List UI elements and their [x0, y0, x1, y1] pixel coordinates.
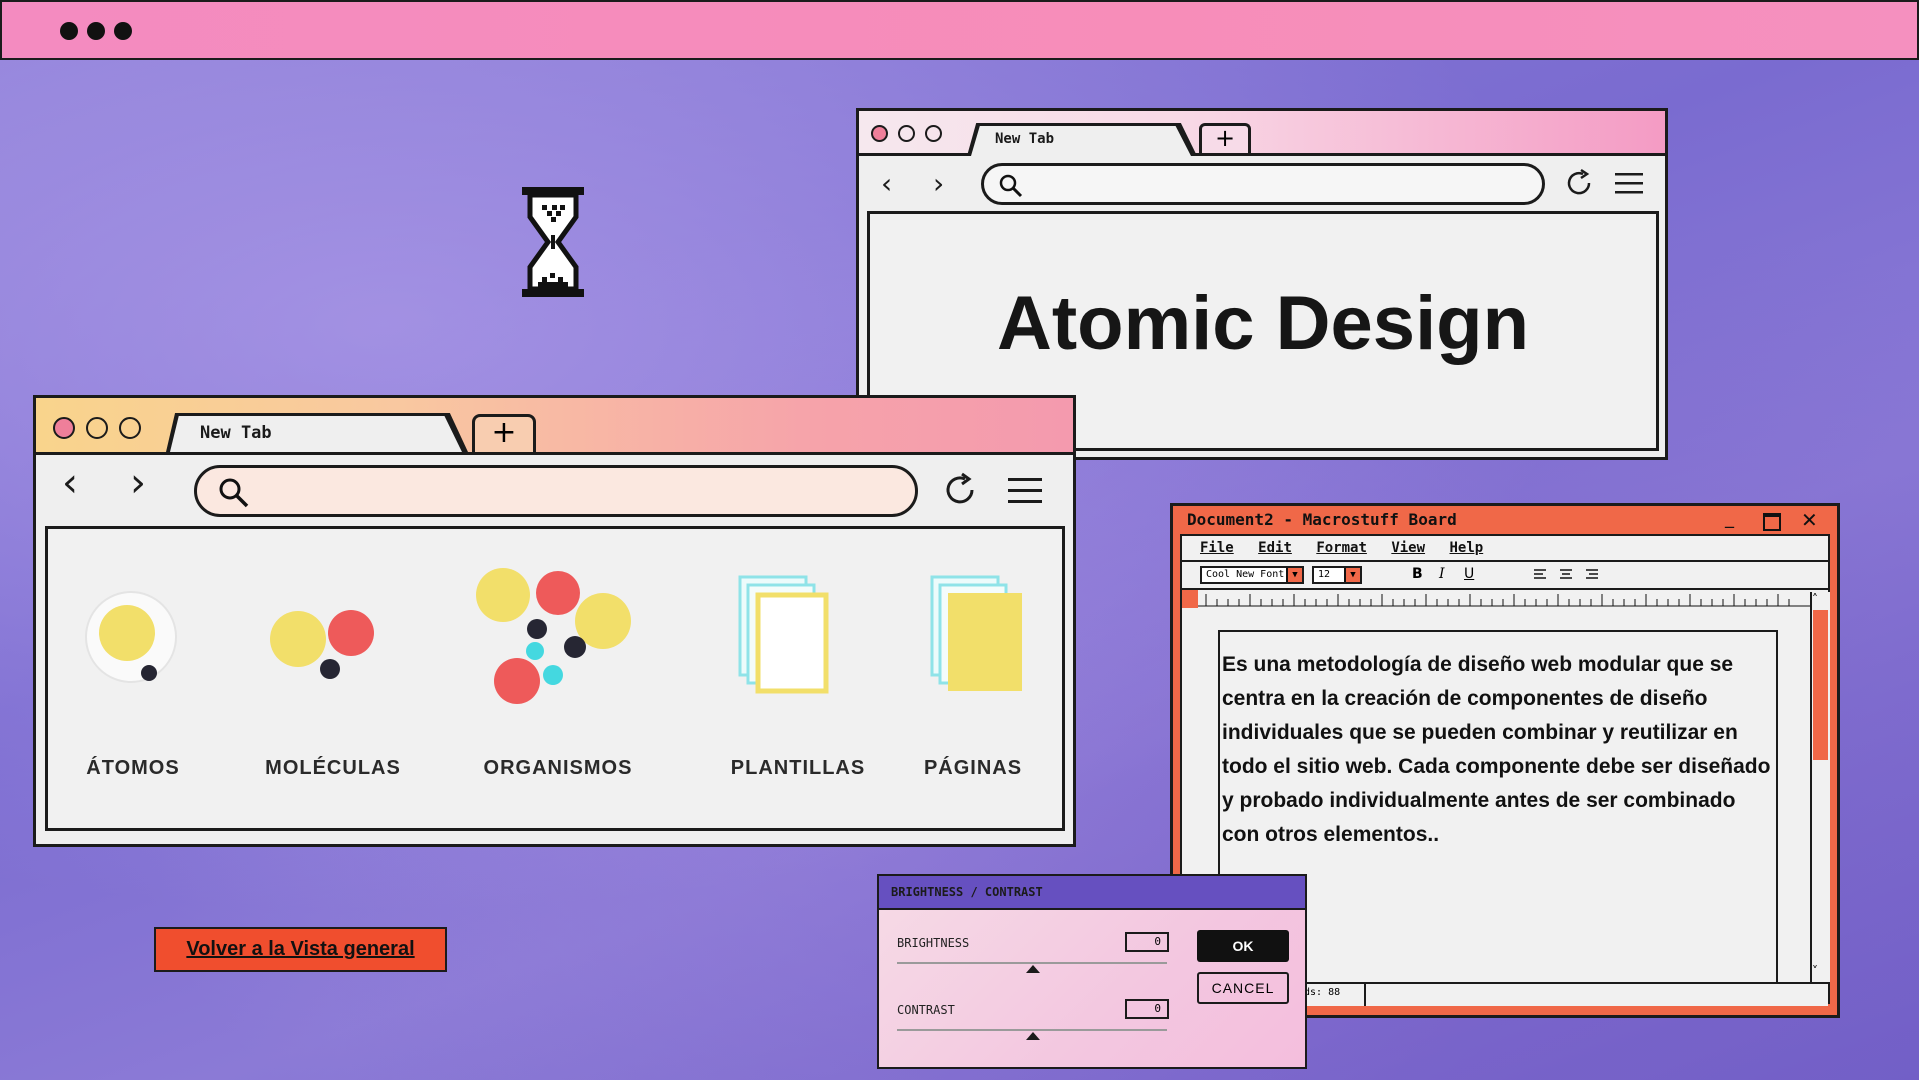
search-icon — [999, 174, 1023, 198]
close-icon[interactable] — [871, 125, 888, 142]
brightness-label: BRIGHTNESS — [897, 936, 970, 950]
brightness-slider-track[interactable] — [897, 962, 1167, 964]
chevron-down-icon: ▼ — [1286, 568, 1302, 582]
menu-edit[interactable]: Edit — [1258, 540, 1292, 556]
bold-button[interactable]: B — [1412, 566, 1423, 582]
forward-arrow-icon[interactable]: › — [130, 460, 146, 506]
align-icons[interactable] — [1534, 568, 1604, 582]
contrast-slider-track[interactable] — [897, 1029, 1167, 1031]
molecule-illustration — [270, 610, 374, 679]
item-label: ÁTOMOS — [86, 757, 180, 779]
cancel-button[interactable]: CANCEL — [1197, 972, 1289, 1004]
browser-window-front: New Tab + ‹ › ÁTOMOS MOLÉCULAS ORGANISMO… — [33, 395, 1076, 847]
search-icon — [219, 478, 249, 508]
chevron-up-icon[interactable]: ˄ — [1812, 592, 1818, 606]
page-illustration — [930, 575, 1022, 691]
ok-button[interactable]: OK — [1197, 930, 1289, 962]
minimize-icon[interactable]: _ — [1725, 508, 1734, 529]
maximize-icon[interactable] — [1763, 513, 1781, 531]
dot-icon — [114, 22, 132, 40]
item-label: MOLÉCULAS — [265, 757, 401, 779]
new-tab-button[interactable]: + — [1199, 123, 1251, 153]
reload-icon[interactable] — [940, 470, 980, 510]
template-illustration — [738, 575, 829, 694]
menu-file[interactable]: File — [1200, 540, 1234, 556]
maximize-icon[interactable] — [119, 417, 141, 439]
reload-icon[interactable] — [1563, 167, 1595, 199]
menu-bar: File Edit Format View Help — [1200, 540, 1499, 556]
tab-new-tab[interactable]: New Tab — [971, 126, 1191, 156]
back-arrow-icon[interactable]: ‹ — [881, 167, 892, 200]
title-bar: New Tab + — [859, 111, 1665, 156]
minimize-icon[interactable] — [86, 417, 108, 439]
scrollbar[interactable]: ˄ ˅ — [1810, 592, 1830, 982]
dot-icon — [60, 22, 78, 40]
scroll-thumb[interactable] — [1813, 610, 1828, 760]
organism-illustration — [476, 568, 631, 704]
menu-help[interactable]: Help — [1449, 540, 1483, 556]
contrast-label: CONTRAST — [897, 1003, 955, 1017]
hourglass-icon — [522, 187, 584, 297]
document-text: Es una metodología de diseño web modular… — [1222, 653, 1771, 846]
top-menu-bar — [0, 0, 1919, 60]
address-bar[interactable] — [194, 465, 918, 517]
item-label: ORGANISMOS — [483, 757, 633, 779]
chevron-down-icon[interactable]: ˅ — [1812, 964, 1818, 978]
address-bar[interactable] — [981, 163, 1545, 205]
page-heading: Atomic Design — [996, 281, 1530, 366]
font-select[interactable]: Cool New Font ▼ — [1200, 566, 1304, 584]
size-select[interactable]: 12 ▼ — [1312, 566, 1362, 584]
dot-icon — [87, 22, 105, 40]
page-content: ÁTOMOS MOLÉCULAS ORGANISMOS PLANTILLAS P… — [45, 526, 1065, 831]
back-arrow-icon[interactable]: ‹ — [62, 460, 78, 506]
dialog-title-bar: BRIGHTNESS / CONTRAST — [879, 876, 1305, 910]
title-bar: New Tab + — [36, 398, 1073, 455]
brightness-input[interactable]: 0 — [1125, 932, 1169, 952]
brightness-slider-thumb[interactable] — [1026, 965, 1040, 973]
ruler — [1182, 590, 1812, 608]
menu-icon[interactable] — [1615, 171, 1643, 195]
maximize-icon[interactable] — [925, 125, 942, 142]
forward-arrow-icon[interactable]: › — [933, 167, 944, 200]
menu-format[interactable]: Format — [1316, 540, 1367, 556]
item-label: PÁGINAS — [923, 757, 1023, 779]
item-label: PLANTILLAS — [730, 757, 866, 779]
underline-button[interactable]: U — [1464, 566, 1474, 582]
tab-new-tab[interactable]: New Tab — [170, 416, 462, 452]
close-icon[interactable]: ✕ — [1801, 508, 1818, 532]
atom-illustration — [85, 591, 177, 683]
close-icon[interactable] — [53, 417, 75, 439]
minimize-icon[interactable] — [898, 125, 915, 142]
contrast-input[interactable]: 0 — [1125, 999, 1169, 1019]
menu-view[interactable]: View — [1391, 540, 1425, 556]
brightness-contrast-dialog: BRIGHTNESS / CONTRAST BRIGHTNESS 0 CONTR… — [877, 874, 1307, 1069]
window-title: Document2 - Macrostuff Board — [1187, 510, 1457, 529]
contrast-slider-thumb[interactable] — [1026, 1032, 1040, 1040]
italic-button[interactable]: I — [1439, 566, 1445, 582]
new-tab-button[interactable]: + — [472, 414, 536, 452]
chevron-down-icon: ▼ — [1344, 568, 1360, 582]
menu-icon[interactable] — [1008, 476, 1042, 506]
back-to-overview-link[interactable]: Volver a la Vista general — [154, 927, 447, 972]
